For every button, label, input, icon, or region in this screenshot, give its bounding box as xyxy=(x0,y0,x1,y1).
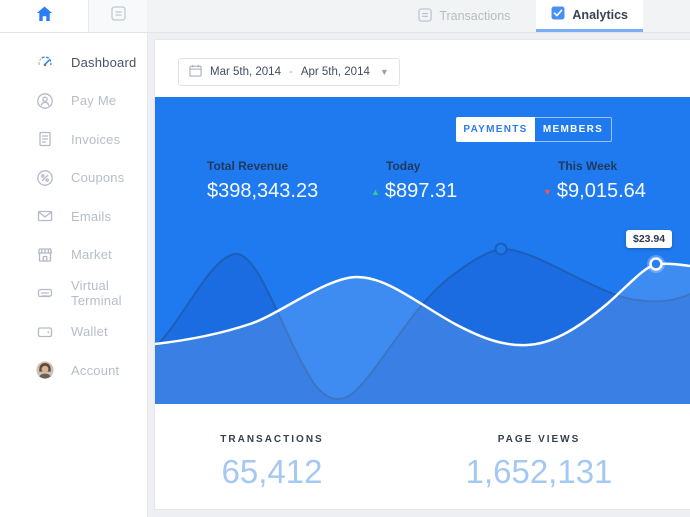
sidebar-item-invoices[interactable]: Invoices xyxy=(0,120,147,159)
home-icon xyxy=(36,6,53,27)
dark-series-marker[interactable] xyxy=(496,244,507,255)
checkbox-check-icon xyxy=(551,6,565,23)
tab-transactions-label: Transactions xyxy=(439,9,510,23)
sidebar-item-wallet[interactable]: Wallet xyxy=(0,313,147,352)
sidebar-item-emails[interactable]: Emails xyxy=(0,197,147,236)
pay-me-icon xyxy=(36,92,54,110)
transactions-doc-icon xyxy=(418,8,432,25)
stat-this-week: This Week ▼ $9,015.64 xyxy=(543,159,646,203)
document-icon xyxy=(111,6,126,26)
date-end: Apr 5th, 2014 xyxy=(301,66,370,78)
trend-up-icon: ▲ xyxy=(371,187,380,197)
date-range-picker[interactable]: Mar 5th, 2014 - Apr 5th, 2014 ▼ xyxy=(178,58,400,86)
account-avatar xyxy=(36,361,54,379)
tab-analytics-label: Analytics xyxy=(572,8,628,22)
stat-value: $897.31 xyxy=(385,180,457,203)
trend-down-icon: ▼ xyxy=(543,187,552,197)
page-views-value: 1,652,131 xyxy=(389,453,689,491)
transactions-label: TRANSACTIONS xyxy=(155,434,389,445)
sidebar-item-market[interactable]: Market xyxy=(0,236,147,275)
sidebar-item-label: Pay Me xyxy=(71,93,116,108)
stat-total-revenue: Total Revenue $398,343.23 xyxy=(207,159,318,203)
date-separator: - xyxy=(289,66,293,78)
sidebar-item-label: Coupons xyxy=(71,170,124,185)
invoices-icon xyxy=(36,130,54,148)
header-spacer xyxy=(147,0,418,32)
sidebar-item-label: Invoices xyxy=(71,132,120,147)
sidebar-item-pay-me[interactable]: Pay Me xyxy=(0,82,147,121)
market-icon xyxy=(36,246,54,264)
stat-value: $9,015.64 xyxy=(557,180,646,203)
app-window: Transactions Analytics xyxy=(0,0,690,517)
sidebar-item-coupons[interactable]: Coupons xyxy=(0,159,147,198)
analytics-card: Mar 5th, 2014 - Apr 5th, 2014 ▼ xyxy=(155,40,690,509)
sidebar: Dashboard Pay Me xyxy=(0,33,148,517)
stat-label: Today xyxy=(371,159,457,173)
light-series-marker[interactable] xyxy=(651,259,662,270)
area-chart xyxy=(155,97,690,404)
tab-home[interactable] xyxy=(0,0,88,32)
chart-panel: PAYMENTS MEMBERS Total Revenue $398,343.… xyxy=(155,97,690,404)
members-toggle-button[interactable]: MEMBERS xyxy=(535,117,612,142)
sidebar-item-label: Wallet xyxy=(71,324,108,339)
sidebar-item-dashboard[interactable]: Dashboard xyxy=(0,43,147,82)
transactions-stat: TRANSACTIONS 65,412 xyxy=(155,434,389,491)
sidebar-item-account[interactable]: Account xyxy=(0,351,147,390)
stat-label: Total Revenue xyxy=(207,159,318,173)
series-toggle: PAYMENTS MEMBERS xyxy=(456,117,612,142)
chevron-down-icon: ▼ xyxy=(380,67,389,77)
sidebar-item-label: Market xyxy=(71,247,112,262)
transactions-value: 65,412 xyxy=(155,453,389,491)
calendar-icon xyxy=(189,64,202,80)
emails-icon xyxy=(36,207,54,225)
sidebar-item-virtual-terminal[interactable]: Virtual Terminal xyxy=(0,274,147,313)
stat-today: Today ▲ $897.31 xyxy=(371,159,457,203)
page-views-label: PAGE VIEWS xyxy=(389,434,689,445)
sidebar-item-label: Account xyxy=(71,363,119,378)
stat-value: $398,343.23 xyxy=(207,180,318,203)
tab-transactions[interactable]: Transactions xyxy=(418,0,510,32)
coupons-icon xyxy=(36,169,54,187)
tab-documents[interactable] xyxy=(89,0,147,32)
date-start: Mar 5th, 2014 xyxy=(210,66,281,78)
sidebar-item-label: Dashboard xyxy=(71,55,136,70)
top-bar: Transactions Analytics xyxy=(0,0,690,33)
wallet-icon xyxy=(36,323,54,341)
payments-toggle-button[interactable]: PAYMENTS xyxy=(456,117,535,142)
chart-tooltip: $23.94 xyxy=(626,230,672,248)
sidebar-item-label: Emails xyxy=(71,209,111,224)
main-content: Mar 5th, 2014 - Apr 5th, 2014 ▼ xyxy=(148,33,690,517)
stat-label: This Week xyxy=(543,159,646,173)
dashboard-gauge-icon xyxy=(36,53,54,71)
virtual-terminal-icon xyxy=(36,284,54,302)
sidebar-item-label: Virtual Terminal xyxy=(71,278,147,308)
page-views-stat: PAGE VIEWS 1,652,131 xyxy=(389,434,689,491)
tab-analytics[interactable]: Analytics xyxy=(536,0,643,32)
